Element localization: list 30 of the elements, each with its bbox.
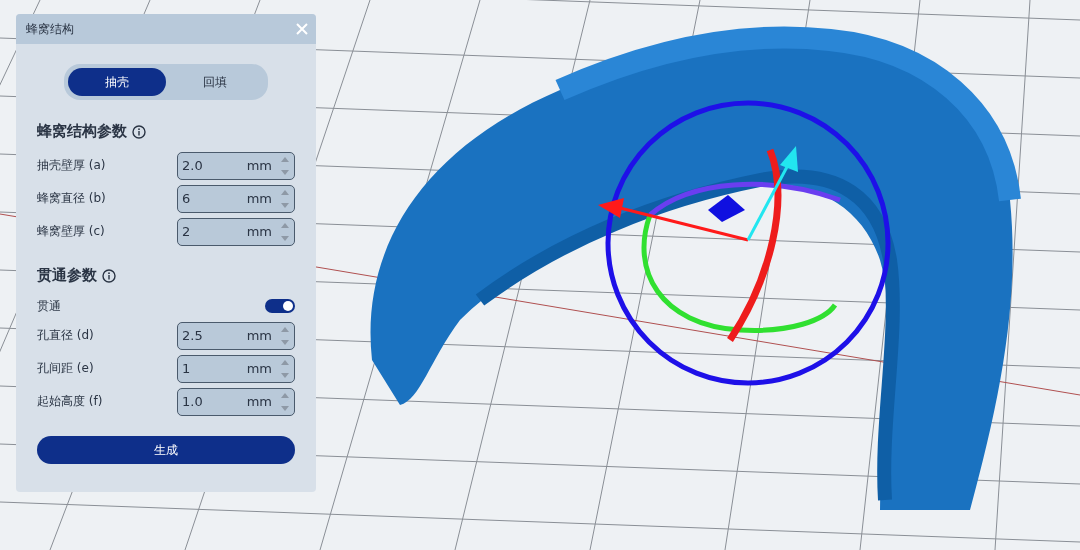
close-icon[interactable] [296,23,308,35]
field-label: 起始高度 (f) [37,393,103,410]
transform-gizmo-drawing[interactable] [598,100,891,386]
mode-tab[interactable]: 回填 [166,68,264,96]
unit-label: mm [246,361,272,376]
info-icon[interactable] [102,268,116,283]
mode-tab[interactable]: 抽壳 [68,68,166,96]
number-field[interactable]: 1.0 mm [177,387,295,416]
number-field[interactable]: 2.5 mm [177,321,295,350]
field-label: 孔间距 (e) [37,360,94,377]
number-field[interactable]: 2.0 mm [177,151,295,180]
unit-label: mm [246,394,272,409]
unit-label: mm [246,158,272,173]
unit-label: mm [246,224,272,239]
unit-label: mm [246,328,272,343]
number-field[interactable]: 2 mm [177,217,295,246]
section-title: 贯通参数 [37,266,97,285]
generate-button[interactable]: 生成 [37,436,295,464]
section-title: 蜂窝结构参数 [37,122,127,141]
number-field[interactable]: 6 mm [177,184,295,213]
field-label: 抽壳壁厚 (a) [37,157,106,174]
field-label: 蜂窝直径 (b) [37,190,106,207]
panel-title: 蜂窝结构 [26,20,74,38]
field-label: 蜂窝壁厚 (c) [37,223,105,240]
unit-label: mm [246,191,272,206]
number-field[interactable]: 1 mm [177,354,295,383]
info-icon[interactable] [132,124,146,139]
toggle-switch[interactable] [265,299,295,313]
field-label: 孔直径 (d) [37,327,94,344]
field-label: 贯通 [37,297,61,315]
